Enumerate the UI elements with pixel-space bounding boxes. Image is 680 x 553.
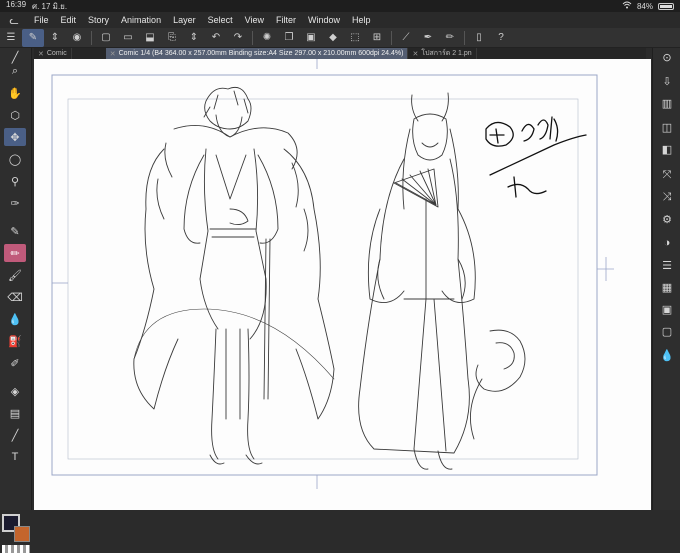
menu-layer[interactable]: Layer <box>167 15 202 25</box>
canvas-area[interactable] <box>34 59 651 510</box>
frame-icon[interactable]: ▤ <box>4 404 26 422</box>
pen-tool-icon[interactable]: ✎ <box>4 222 26 240</box>
panel-icon[interactable]: ▣ <box>657 300 677 318</box>
redo-icon[interactable]: ↷ <box>227 29 249 47</box>
sub-color-swatch[interactable] <box>14 526 30 542</box>
device-icon[interactable]: ▯ <box>468 29 490 47</box>
tab-postcard[interactable]: ✕ โปสการ์ด 2 1.pn <box>408 48 477 59</box>
list-icon[interactable]: ☰ <box>657 256 677 274</box>
transform-2-icon[interactable]: ⤨ <box>657 188 677 206</box>
right-panel: ⊙ ⇩ ▥ ◫ ◧ ⤧ ⤨ ⚙ ◑ ☰ ▦ ▣ ▢ 💧 <box>652 48 680 510</box>
tool-palette: ╱ ⌕ ✋ ⬡ ✥ ◯ ⚲ ✑ ✎ ✏ 🖌 ⌫ 💧 ⛽ ✐ ◈ ▤ ╱ T <box>0 48 32 553</box>
transparent-color-swatch[interactable] <box>2 545 30 553</box>
pen-icon[interactable]: ✑ <box>4 194 26 212</box>
safe-frame <box>67 98 579 460</box>
help-icon[interactable]: ? <box>490 29 512 47</box>
menu-file[interactable]: File <box>28 15 55 25</box>
menu-edit[interactable]: Edit <box>55 15 83 25</box>
navigator-icon[interactable]: ⊙ <box>657 48 677 66</box>
layers-stack-icon[interactable]: ◧ <box>657 140 677 158</box>
open-folder-icon[interactable]: ▭ <box>117 29 139 47</box>
new-file-icon[interactable]: ▢ <box>95 29 117 47</box>
tab-label: Comic <box>46 50 67 57</box>
menu-bar: ᓚ File Edit Story Animation Layer Select… <box>0 12 680 28</box>
transform-icon[interactable]: ⬚ <box>344 29 366 47</box>
canvas-paper[interactable] <box>34 59 651 510</box>
pencil-icon[interactable]: ✏ <box>4 244 26 262</box>
line-icon[interactable]: ╱ <box>4 426 26 444</box>
loading-icon[interactable]: ✺ <box>256 29 278 47</box>
tab-comic-1-4[interactable]: ✕ Comic 1/4 (B4 364.00 x 257.00mm Bindin… <box>105 48 409 59</box>
status-bar: 16:39 ศ. 17 มิ.ย. 84% <box>0 0 680 12</box>
lasso-icon[interactable]: ◯ <box>4 150 26 168</box>
character-left-sketch <box>133 86 335 465</box>
divider <box>391 30 392 45</box>
frame-icon[interactable]: ▢ <box>657 322 677 340</box>
settings-icon[interactable]: ⚙ <box>657 210 677 228</box>
export-icon[interactable]: ⎘ <box>161 29 183 47</box>
tab-label: Comic 1/4 (B4 364.00 x 257.00mm Binding … <box>118 50 404 57</box>
bleed-frame <box>51 74 598 476</box>
status-date: ศ. 17 มิ.ย. <box>32 1 68 11</box>
menu-story[interactable]: Story <box>82 15 115 25</box>
layer-properties-icon[interactable]: ▥ <box>657 94 677 112</box>
wifi-icon <box>622 1 632 11</box>
divider <box>464 30 465 45</box>
gradient-icon[interactable]: ✐ <box>4 354 26 372</box>
zoom-icon[interactable]: ⌕ <box>4 62 26 80</box>
color-icon[interactable]: ◑ <box>657 234 677 252</box>
menu-filter[interactable]: Filter <box>270 15 302 25</box>
drop-icon[interactable]: 💧 <box>657 346 677 364</box>
tab-comic[interactable]: ✕ Comic <box>34 48 72 59</box>
layers-icon[interactable]: ◫ <box>657 118 677 136</box>
battery-percent: 84% <box>636 1 653 11</box>
divider <box>252 30 253 45</box>
crop-icon[interactable]: ⊞ <box>366 29 388 47</box>
tab-label: โปสการ์ด 2 1.pn <box>421 50 472 57</box>
pen-icon[interactable]: ✒ <box>417 29 439 47</box>
divider <box>91 30 92 45</box>
menu-animation[interactable]: Animation <box>115 15 167 25</box>
chevron-updown-icon[interactable]: ⇕ <box>44 29 66 47</box>
close-icon[interactable]: ✕ <box>412 50 418 58</box>
hand-icon[interactable]: ✋ <box>4 84 26 102</box>
object-icon[interactable]: ⬡ <box>4 106 26 124</box>
undo-icon[interactable]: ↶ <box>205 29 227 47</box>
close-icon[interactable]: ✕ <box>38 50 44 58</box>
app-logo-icon[interactable]: ᓚ <box>0 14 28 27</box>
signature-mark <box>485 116 587 198</box>
ruler-icon[interactable]: ⟋ <box>395 29 417 47</box>
fill-icon[interactable]: ◆ <box>322 29 344 47</box>
blend-icon[interactable]: 💧 <box>4 310 26 328</box>
transform-icon[interactable]: ⤧ <box>657 166 677 184</box>
menu-view[interactable]: View <box>239 15 270 25</box>
figure-icon[interactable]: ◈ <box>4 382 26 400</box>
eyedropper-icon[interactable]: ⚲ <box>4 172 26 190</box>
character-right-sketch <box>358 92 526 470</box>
status-time: 16:39 <box>6 0 27 9</box>
brush-icon[interactable]: ✏ <box>439 29 461 47</box>
fill-bucket-icon[interactable]: ⛽ <box>4 332 26 350</box>
tool-property-icon[interactable]: ✎ <box>22 28 44 47</box>
line-art-canvas[interactable] <box>34 59 651 510</box>
chevron-updown-icon[interactable]: ⇕ <box>183 29 205 47</box>
command-bar: ☰ ✎ ⇕ ◉ ▢ ▭ ⬓ ⎘ ⇕ ↶ ↷ ✺ ❐ ▣ ◆ ⬚ ⊞ ⟋ ✒ ✏ … <box>0 28 680 48</box>
brush-icon[interactable]: 🖌 <box>4 266 26 284</box>
close-icon[interactable]: ✕ <box>110 50 116 58</box>
battery-icon <box>658 2 674 10</box>
import-icon[interactable]: ⇩ <box>657 72 677 90</box>
menu-help[interactable]: Help <box>346 15 377 25</box>
text-icon[interactable]: T <box>4 448 26 466</box>
document-tabs: ✕ Comic ✕ Comic 1/4 (B4 364.00 x 257.00m… <box>34 48 646 59</box>
paste-icon[interactable]: ▣ <box>300 29 322 47</box>
grid-icon[interactable]: ▦ <box>657 278 677 296</box>
copy-icon[interactable]: ❐ <box>278 29 300 47</box>
hamburger-icon[interactable]: ☰ <box>0 29 22 47</box>
eraser-icon[interactable]: ⌫ <box>4 288 26 306</box>
menu-window[interactable]: Window <box>302 15 346 25</box>
move-icon[interactable]: ✥ <box>4 128 26 146</box>
menu-select[interactable]: Select <box>202 15 239 25</box>
save-icon[interactable]: ⬓ <box>139 29 161 47</box>
companion-icon[interactable]: ◉ <box>66 29 88 47</box>
